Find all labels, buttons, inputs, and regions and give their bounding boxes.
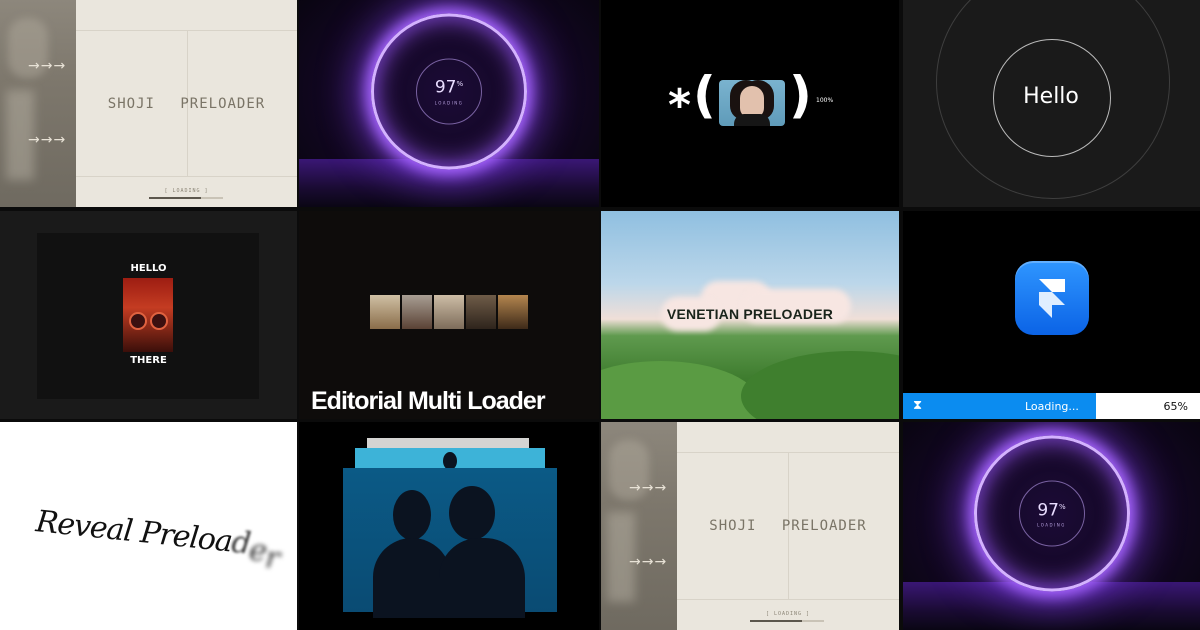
hello-there-tile[interactable]: HELLO THERE <box>0 211 297 419</box>
arrow-icon: →→→ <box>28 132 67 148</box>
venetian-title: VENETIAN PRELOADER <box>666 306 834 322</box>
red-speaker-photo <box>123 278 173 352</box>
blurred-image-strip: →→→ →→→ <box>601 422 677 630</box>
arrow-icon: →→→ <box>629 480 668 496</box>
loading-label: [ LOADING ] <box>765 611 811 617</box>
thumbnail <box>434 295 464 329</box>
framer-app-icon <box>1015 261 1089 335</box>
there-word: THERE <box>130 355 167 366</box>
loading-label: LOADING <box>434 100 464 106</box>
hello-circles-tile[interactable]: Hello <box>903 0 1200 207</box>
loading-bar: ⧗ Loading... 65% <box>903 393 1200 419</box>
portal-preloader-tile[interactable]: 97% LOADING <box>903 422 1200 630</box>
progress-bar <box>750 620 824 622</box>
thumbnail <box>370 295 400 329</box>
framer-loader-tile[interactable]: ⧗ Loading... 65% <box>903 211 1200 419</box>
portrait-photo <box>719 80 785 126</box>
portal-preloader-tile[interactable]: 97% LOADING <box>299 0 599 207</box>
percent-readout: 97% <box>434 77 464 98</box>
right-paren: ) <box>789 66 812 124</box>
portrait-card <box>343 468 557 618</box>
hourglass-icon: ⧗ <box>913 398 923 413</box>
reveal-word: Reveal Preloader <box>34 504 281 577</box>
venetian-preloader-tile[interactable]: VENETIAN PRELOADER <box>601 211 899 419</box>
reveal-preloader-tile[interactable]: Reveal Preloader <box>0 422 297 630</box>
parens-preloader-tile[interactable]: * ( ) 100% <box>601 0 899 207</box>
percent-readout: 100% <box>816 97 834 104</box>
loading-label: Loading... <box>1025 400 1079 413</box>
percent-readout: 65% <box>1163 400 1188 413</box>
thumbnail <box>466 295 496 329</box>
image-stack-tile[interactable] <box>299 422 599 630</box>
progress-bar <box>149 197 223 199</box>
blurred-image-strip: →→→ →→→ <box>0 0 76 207</box>
glowing-ring: 97% LOADING <box>973 435 1130 592</box>
left-paren: ( <box>693 66 716 124</box>
editorial-loader-tile[interactable]: Editorial Multi Loader <box>299 211 599 419</box>
hello-word: Hello <box>1023 84 1079 109</box>
percent-readout: 97% <box>1037 500 1066 521</box>
arrow-icon: →→→ <box>629 554 668 570</box>
glowing-ring: 97% LOADING <box>371 13 527 170</box>
preloader-showcase-grid: →→→ →→→ SHOJI PRELOADER [ LOADING ] 97% … <box>0 0 1200 630</box>
thumbnail <box>402 295 432 329</box>
editorial-caption: Editorial Multi Loader <box>311 387 546 415</box>
shoji-preloader-tile[interactable]: →→→ →→→ SHOJI PRELOADER [ LOADING ] <box>601 422 899 630</box>
shoji-preloader-tile[interactable]: →→→ →→→ SHOJI PRELOADER [ LOADING ] <box>0 0 297 207</box>
hello-word: HELLO <box>130 263 167 274</box>
asterisk-icon: * <box>668 80 692 131</box>
shoji-title: SHOJI PRELOADER <box>709 518 867 534</box>
shoji-title: SHOJI PRELOADER <box>107 95 266 112</box>
loading-label: LOADING <box>1037 522 1066 528</box>
arrow-icon: →→→ <box>28 58 67 74</box>
loading-label: [ LOADING ] <box>164 188 209 194</box>
thumbnail <box>498 295 528 329</box>
